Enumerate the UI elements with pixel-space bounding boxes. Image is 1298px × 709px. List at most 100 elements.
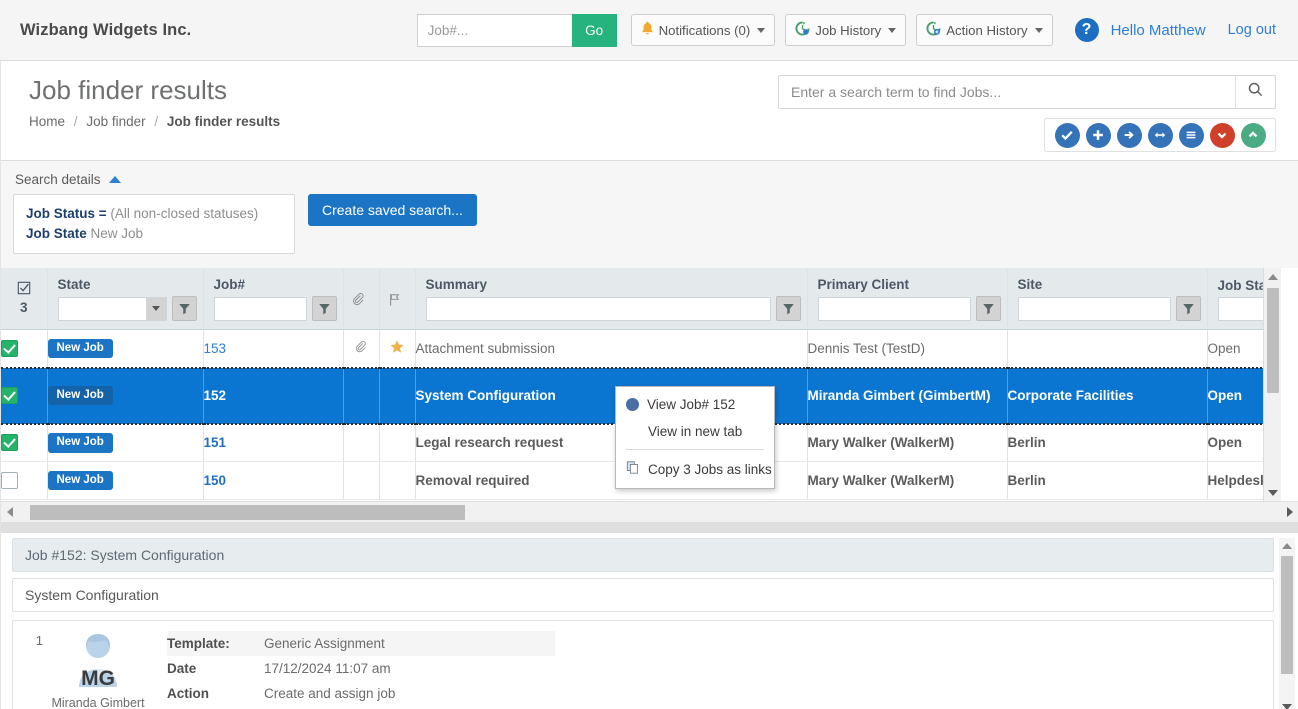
row-checkbox-cell[interactable] xyxy=(1,366,48,424)
forward-arrow-icon[interactable] xyxy=(1116,122,1142,148)
row-checkbox[interactable] xyxy=(1,387,18,405)
breadcrumb-item-job-finder[interactable]: Job finder xyxy=(86,114,145,129)
notifications-button[interactable]: Notifications (0) xyxy=(630,14,776,46)
grid-horizontal-scrollbar[interactable] xyxy=(1,501,1298,523)
job-link[interactable]: 151 xyxy=(204,435,227,450)
cell-jobnum[interactable]: 151 xyxy=(203,422,344,463)
row-checkbox-cell[interactable] xyxy=(1,329,48,369)
column-header-site[interactable]: Site xyxy=(1007,268,1208,331)
jobnum-filter-input[interactable] xyxy=(213,296,307,321)
context-menu-item-copy-links[interactable]: Copy 3 Jobs as links xyxy=(616,454,774,484)
user-avatar-icon: MG xyxy=(67,631,129,694)
field-key: Action Summary xyxy=(167,686,209,702)
column-header-checkbox[interactable]: 3 xyxy=(1,268,48,331)
summary-filter-input[interactable] xyxy=(425,296,771,321)
menu-lines-icon[interactable] xyxy=(1178,122,1204,148)
column-filter-primary-client xyxy=(808,296,1007,329)
primary-client-filter-button[interactable] xyxy=(975,296,1001,322)
row-checkbox[interactable] xyxy=(1,472,18,490)
job-link[interactable]: 153 xyxy=(204,341,227,356)
scroll-up-arrow[interactable] xyxy=(1264,268,1281,285)
job-history-button[interactable]: Job History xyxy=(785,14,907,46)
go-button[interactable]: Go xyxy=(571,13,617,47)
scrollbar-thumb[interactable] xyxy=(1281,556,1293,675)
logout-link[interactable]: Log out xyxy=(1228,22,1276,38)
grid-vertical-scrollbar[interactable] xyxy=(1263,268,1281,502)
context-menu-label: View Job# 152 xyxy=(647,397,736,412)
title-block: Job finder results Home / Job finder / J… xyxy=(29,75,280,152)
column-header-jobnum[interactable]: Job# xyxy=(203,268,344,331)
criteria-row: Job State New Job xyxy=(26,224,282,244)
column-header-flag[interactable] xyxy=(379,268,416,331)
expand-horizontal-icon[interactable] xyxy=(1147,122,1173,148)
help-icon[interactable]: ? xyxy=(1074,18,1099,42)
svg-text:MG: MG xyxy=(81,667,115,689)
action-entry-card: 1 MG Miranda Gimbert Template: Generic A… xyxy=(12,620,1274,709)
cell-attachment xyxy=(343,461,380,501)
scroll-right-arrow[interactable] xyxy=(1281,507,1298,518)
collapse-up-icon[interactable] xyxy=(1240,122,1266,148)
column-filter-site xyxy=(1008,296,1207,329)
column-header-state[interactable]: State xyxy=(47,268,204,331)
summary-filter-button[interactable] xyxy=(775,296,801,322)
row-checkbox-cell[interactable] xyxy=(1,422,48,463)
scroll-down-arrow[interactable] xyxy=(1264,484,1281,501)
column-header-summary[interactable]: Summary xyxy=(415,268,808,331)
search-details-toggle[interactable]: Search details xyxy=(1,169,161,194)
jobnum-filter-button[interactable] xyxy=(311,296,337,322)
table-row[interactable]: New Job 153 Attachment submission Dennis… xyxy=(1,329,1281,369)
row-checkbox[interactable] xyxy=(1,434,18,452)
state-badge: New Job xyxy=(47,433,113,453)
cell-site: Berlin xyxy=(1007,461,1208,501)
chevron-down-icon xyxy=(888,27,897,33)
cell-jobnum[interactable]: 153 xyxy=(203,329,344,369)
search-input[interactable] xyxy=(779,76,1235,108)
scroll-down-arrow[interactable] xyxy=(1279,699,1295,709)
job-number-search: Go xyxy=(416,13,617,47)
state-filter-select[interactable] xyxy=(57,296,167,321)
add-icon[interactable] xyxy=(1085,122,1111,148)
cell-jobnum[interactable]: 150 xyxy=(203,461,344,501)
scrollbar-thumb[interactable] xyxy=(1267,288,1279,394)
search-details-panel: Search details Job Status = (All non-clo… xyxy=(0,160,1298,269)
job-number-input[interactable] xyxy=(416,13,572,47)
column-header-primary-client[interactable]: Primary Client xyxy=(807,268,1008,331)
cell-flag xyxy=(379,329,416,369)
search-button[interactable] xyxy=(1235,76,1275,108)
scroll-left-arrow[interactable] xyxy=(1,507,18,518)
scroll-up-arrow[interactable] xyxy=(1279,538,1295,553)
job-link[interactable]: 152 xyxy=(204,388,227,403)
collapse-down-icon[interactable] xyxy=(1209,122,1235,148)
select-all-icon[interactable] xyxy=(1054,122,1080,148)
cell-state: New Job xyxy=(47,366,204,424)
context-menu-item-view-new-tab[interactable]: View in new tab xyxy=(616,418,774,445)
detail-field-row: Template: Generic Assignment xyxy=(167,631,555,657)
column-filter-jobnum xyxy=(204,296,343,329)
action-history-button[interactable]: Action History xyxy=(916,14,1053,46)
cell-site: Berlin xyxy=(1007,422,1208,463)
cell-state: New Job xyxy=(47,422,204,463)
search-icon xyxy=(1248,82,1263,102)
user-greeting[interactable]: Hello Matthew xyxy=(1111,22,1206,39)
primary-client-filter-input[interactable] xyxy=(817,296,971,321)
hscroll-track[interactable] xyxy=(18,502,1281,522)
scrollbar-thumb[interactable] xyxy=(30,505,465,521)
cell-site xyxy=(1007,329,1208,369)
state-filter-button[interactable] xyxy=(171,296,197,322)
row-checkbox-cell[interactable] xyxy=(1,461,48,501)
context-menu-item-view-job[interactable]: View Job# 152 xyxy=(616,391,774,418)
job-link[interactable]: 150 xyxy=(204,473,227,488)
panel-divider xyxy=(0,522,1298,534)
breadcrumb-item-home[interactable]: Home xyxy=(29,114,65,129)
site-filter-button[interactable] xyxy=(1175,296,1201,322)
column-header-attachment[interactable] xyxy=(343,268,380,331)
cell-state: New Job xyxy=(47,329,204,369)
app-header: Wizbang Widgets Inc. Go Notifications (0… xyxy=(0,0,1298,61)
create-saved-search-button[interactable]: Create saved search... xyxy=(308,194,477,226)
site-filter-input[interactable] xyxy=(1017,296,1171,321)
select-all-checkbox-icon[interactable] xyxy=(1,273,47,300)
cell-state: New Job xyxy=(47,461,204,501)
row-checkbox[interactable] xyxy=(1,339,18,357)
detail-vertical-scrollbar[interactable] xyxy=(1279,538,1295,709)
cell-jobnum[interactable]: 152 xyxy=(203,366,344,424)
